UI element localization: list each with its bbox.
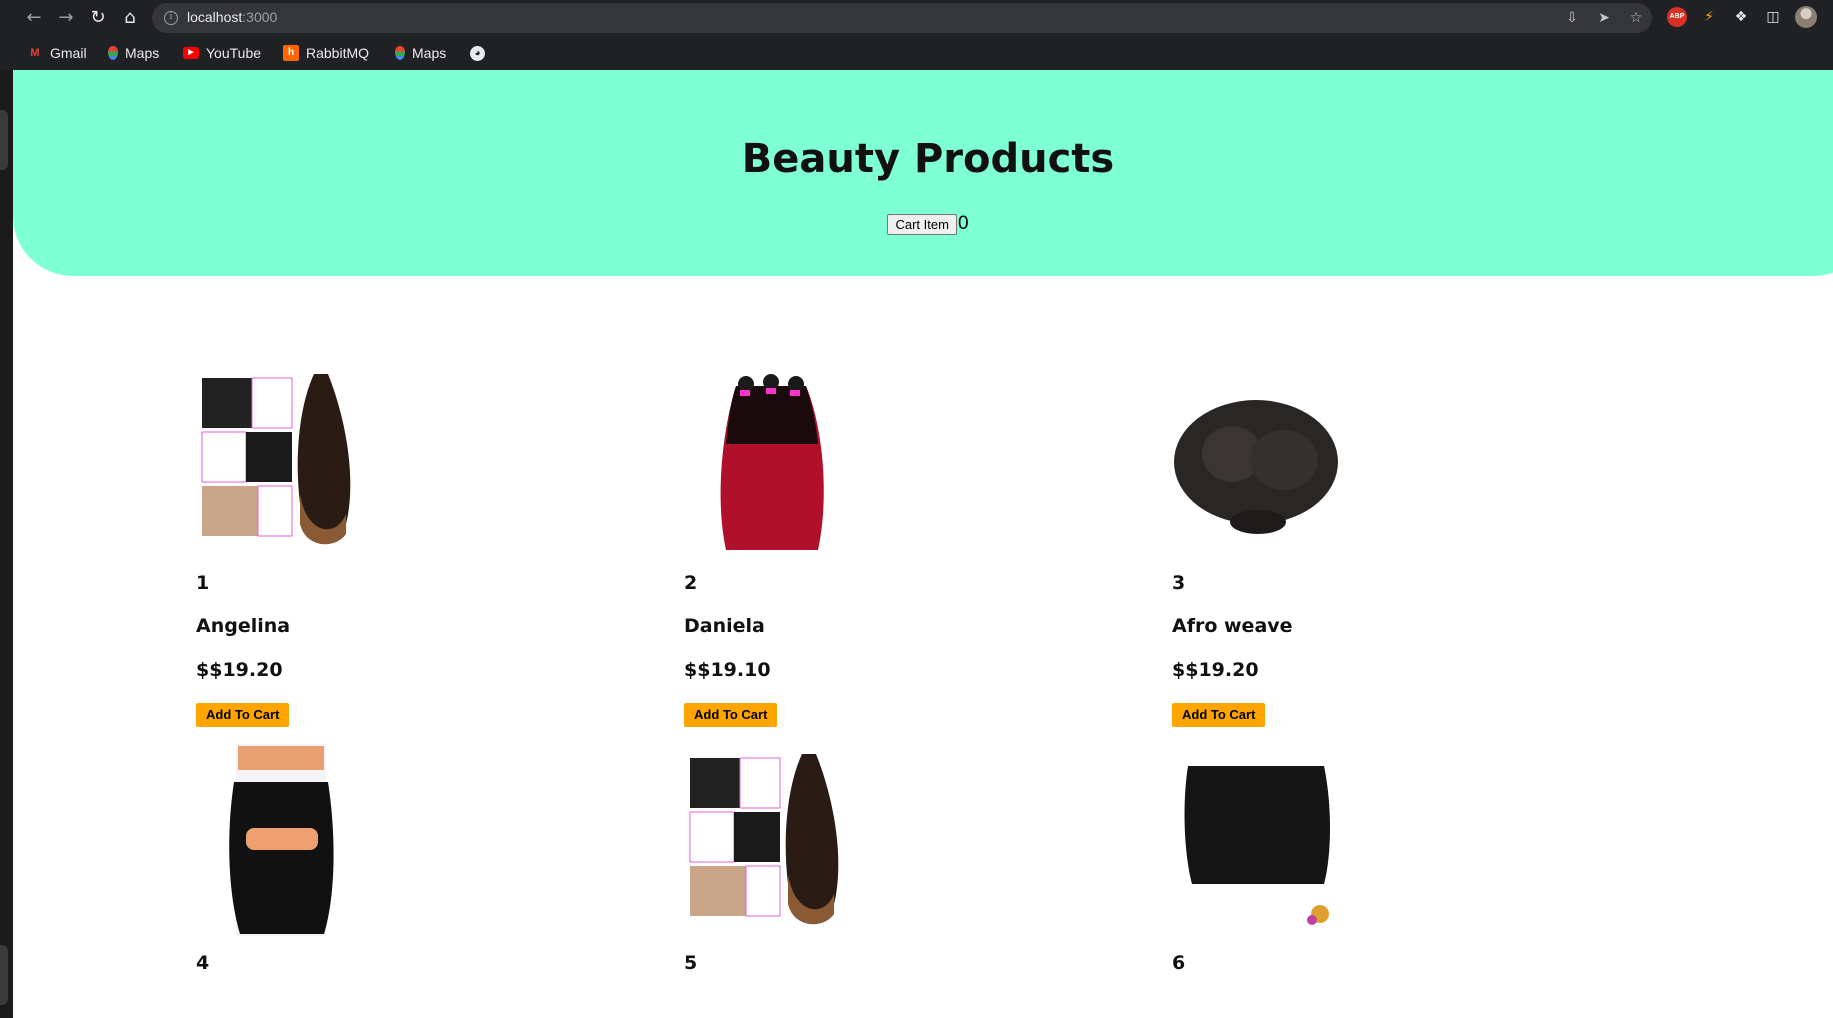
bookmark-maps[interactable]: Maps xyxy=(108,42,159,64)
product-name: Afro weave xyxy=(1172,615,1293,637)
passion-twist-braids-image xyxy=(1172,744,1347,936)
product-name: Angelina xyxy=(196,615,291,637)
adblock-extension-icon[interactable]: ABP xyxy=(1667,7,1687,27)
add-to-cart-button[interactable]: Add To Cart xyxy=(1172,703,1266,727)
bookmark-star-icon[interactable]: ☆ xyxy=(1628,10,1644,26)
product-id: 2 xyxy=(684,572,698,594)
browser-toolbar: ← → ↻ ⌂ i localhost:3000 ⇩ ➤ ☆ ABP ⚡ ❖ ◫ xyxy=(0,0,1833,36)
rabbitmq-icon: h xyxy=(283,45,299,61)
product-id: 1 xyxy=(196,572,210,594)
page-viewport: Beauty Products Cart Item 0 1 Angelina $$… xyxy=(0,70,1833,1018)
maps-icon xyxy=(108,46,118,60)
bookmark-globe[interactable]: ◕ xyxy=(470,42,485,64)
afro-kinky-hair-image xyxy=(1172,364,1347,556)
browser-chrome: ← → ↻ ⌂ i localhost:3000 ⇩ ➤ ☆ ABP ⚡ ❖ ◫… xyxy=(0,0,1833,70)
page-header: Beauty Products Cart Item 0 xyxy=(13,70,1833,276)
page-title: Beauty Products xyxy=(741,136,1115,182)
add-to-cart-button[interactable]: Add To Cart xyxy=(684,703,778,727)
bookmark-label: Maps xyxy=(412,45,447,61)
lightning-extension-icon[interactable]: ⚡ xyxy=(1699,7,1719,27)
maps-icon xyxy=(395,46,405,60)
bookmark-gmail[interactable]: M Gmail xyxy=(27,42,87,64)
product-price: $$19.20 xyxy=(196,659,283,681)
product-price: $$19.10 xyxy=(684,659,771,681)
bookmark-label: Gmail xyxy=(50,45,87,61)
gmail-icon: M xyxy=(30,47,40,59)
cart-count: 0 xyxy=(957,213,969,234)
side-dock xyxy=(0,70,13,1018)
extensions-puzzle-icon[interactable]: ❖ xyxy=(1731,7,1751,27)
product-id: 3 xyxy=(1172,572,1186,594)
url-text: localhost:3000 xyxy=(187,9,278,25)
address-bar[interactable]: i localhost:3000 ⇩ ➤ ☆ xyxy=(152,3,1652,33)
reload-icon[interactable]: ↻ xyxy=(85,5,111,31)
install-app-icon[interactable]: ⇩ xyxy=(1564,10,1580,26)
product-id: 4 xyxy=(196,952,210,974)
reyna-curl-pack-image xyxy=(196,744,371,936)
bookmark-maps-2[interactable]: Maps xyxy=(395,42,446,64)
red-ombre-straight-hair-image xyxy=(684,364,859,556)
bookmarks-bar: M Gmail Maps ▶ YouTube h RabbitMQ Maps ◕ xyxy=(0,36,1833,70)
site-info-icon[interactable]: i xyxy=(164,11,178,25)
globe-icon: ◕ xyxy=(470,45,485,61)
crochet-braids-product-image xyxy=(684,744,859,936)
cart-row: Cart Item 0 xyxy=(13,213,1833,235)
bookmark-label: RabbitMQ xyxy=(306,45,370,61)
crochet-braids-product-image xyxy=(196,364,371,556)
bookmark-label: Maps xyxy=(125,45,160,61)
product-id: 5 xyxy=(684,952,698,974)
add-to-cart-button[interactable]: Add To Cart xyxy=(196,703,290,727)
bookmark-rabbitmq[interactable]: h RabbitMQ xyxy=(283,42,369,64)
bookmark-label: YouTube xyxy=(206,45,262,61)
bookmark-youtube[interactable]: ▶ YouTube xyxy=(183,42,261,64)
forward-arrow-icon[interactable]: → xyxy=(53,5,79,31)
product-name: Daniela xyxy=(684,615,765,637)
side-panel-icon[interactable]: ◫ xyxy=(1763,7,1783,27)
home-icon[interactable]: ⌂ xyxy=(117,5,143,31)
share-icon[interactable]: ➤ xyxy=(1596,10,1612,26)
product-price: $$19.20 xyxy=(1172,659,1259,681)
back-arrow-icon[interactable]: ← xyxy=(21,5,47,31)
profile-avatar[interactable] xyxy=(1795,6,1817,28)
dock-tab[interactable] xyxy=(0,110,8,170)
cart-item-button[interactable]: Cart Item xyxy=(887,213,957,235)
youtube-icon: ▶ xyxy=(183,47,199,59)
dock-tab[interactable] xyxy=(0,945,8,1005)
product-id: 6 xyxy=(1172,952,1186,974)
